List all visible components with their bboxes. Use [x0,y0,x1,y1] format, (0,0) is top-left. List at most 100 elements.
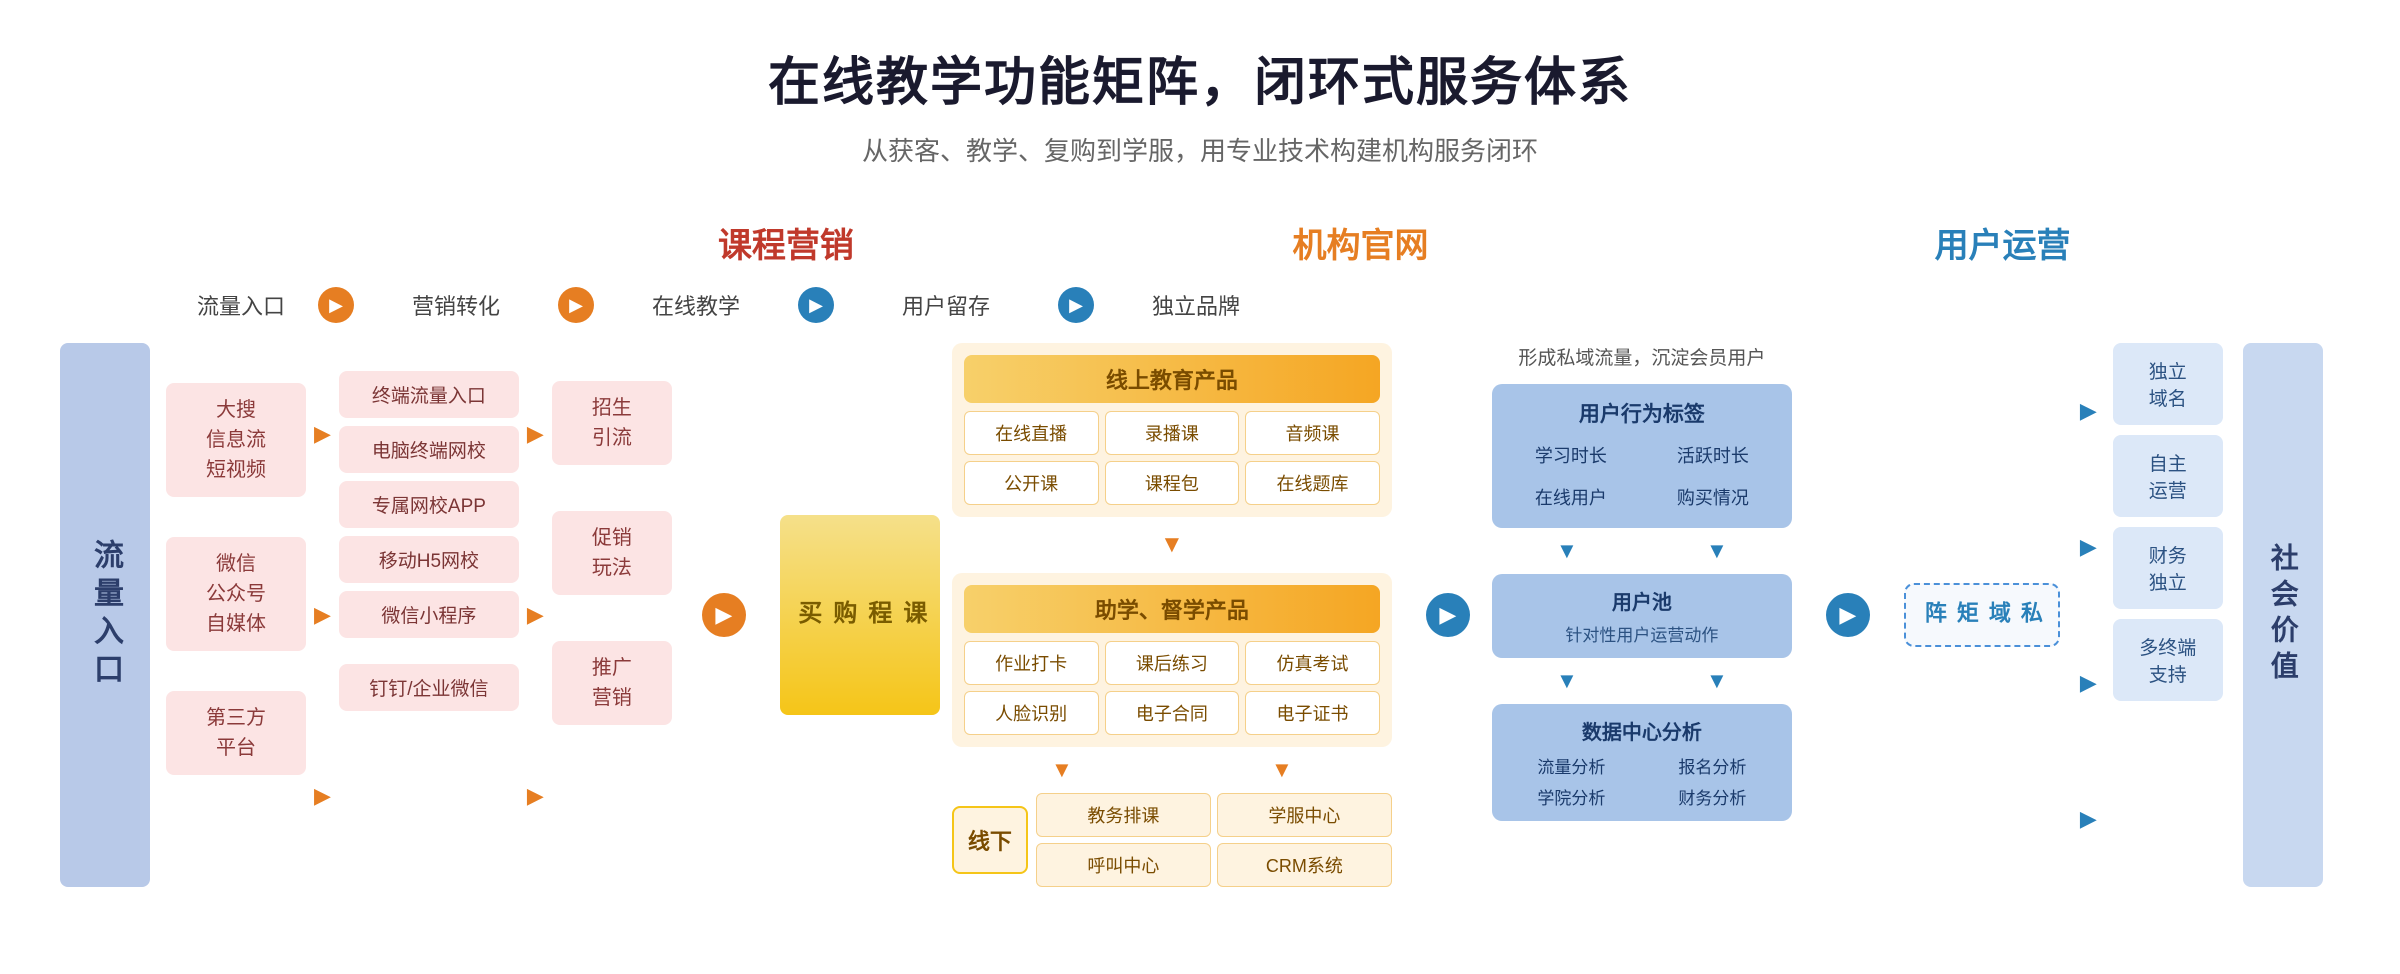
behavior-grid: 学习时长 活跃时长 在线用户 购买情况 [1504,438,1780,514]
flow-label-online: 在线教学 [596,289,796,321]
brand-arrow-3: ▶ [2080,806,2097,832]
sup-item-1: 课后练习 [1105,641,1240,685]
conversion-0: 招生引流 [552,381,672,465]
behavior-tag-title: 用户行为标签 [1504,398,1780,428]
online-education-grid: 在线直播 录播课 音频课 公开课 课程包 在线题库 [964,411,1380,505]
conv-arrow-2: ▶ [527,783,544,809]
flow-label-brand: 独立品牌 [1096,289,1296,321]
down-arrow-1: ▼ [952,527,1392,563]
private-matrix: 私域矩阵 [1904,343,2060,887]
left-label-text: 流量入口 [83,539,127,691]
sup-item-3: 人脸识别 [964,691,1099,735]
brand-2: 财务独立 [2113,527,2223,609]
down-arrows-2: ▼ ▼ [952,757,1392,783]
arrow-online-retention: ▶ [798,287,834,323]
conv-arrow-1: ▶ [527,602,544,628]
brand-arrow-1: ▶ [2080,534,2097,560]
behavior-tag-box: 用户行为标签 学习时长 活跃时长 在线用户 购买情况 [1492,384,1792,528]
data-center-box: 数据中心分析 流量分析 报名分析 学院分析 财务分析 [1492,704,1792,821]
marketing-item-2: 专属网校APP [339,481,519,528]
supervision-grid: 作业打卡 课后练习 仿真考试 人脸识别 电子合同 电子证书 [964,641,1380,735]
pool-arrow-1: ▼ [1706,668,1728,694]
header-marketing: 课程营销 [516,218,1056,267]
offline-item-0: 教务排课 [1036,793,1211,837]
conversion-2: 推广营销 [552,641,672,725]
right-label: 社会价值 [2243,343,2323,887]
user-retention: 形成私域流量，沉淀会员用户 用户行为标签 学习时长 活跃时长 在线用户 购买情况… [1492,343,1792,887]
brand-arrows: ▶ ▶ ▶ ▶ [2080,343,2097,887]
ret-arrow-0: ▼ [1556,538,1578,564]
sup-item-0: 作业打卡 [964,641,1099,685]
arrow-2: ▶ [314,783,331,809]
marketing-item-3: 移动H5网校 [339,536,519,583]
blue-arrow-2: ▶ [1814,343,1882,887]
pool-arrow-0: ▼ [1556,668,1578,694]
left-label: 流量入口 [60,343,150,887]
brand-1: 自主运营 [2113,435,2223,517]
brand-col: 独立域名 自主运营 财务独立 多终端支持 [2113,343,2223,887]
behavior-0: 学习时长 [1504,438,1638,472]
traffic-col: 大搜信息流短视频 微信公众号自媒体 第三方平台 [166,343,306,887]
flow-labels-row: 流量入口 ▶ 营销转化 ▶ 在线教学 ▶ 用户留存 ▶ 独立品牌 [60,287,2340,323]
brand-arrow-0: ▶ [2080,398,2097,424]
traffic-item-2: 第三方平台 [166,691,306,775]
sup-item-2: 仿真考试 [1245,641,1380,685]
behavior-2: 在线用户 [1504,480,1638,514]
brand-3: 多终端支持 [2113,619,2223,701]
conv-arrows: ▶ ▶ ▶ [527,343,544,887]
arrow-1: ▶ [314,602,331,628]
data-grid: 流量分析 报名分析 学院分析 财务分析 [1504,753,1780,809]
private-box: 私域矩阵 [1904,583,2060,647]
marketing-item-1: 电脑终端网校 [339,426,519,473]
offline-row: 线下 教务排课 学服中心 呼叫中心 CRM系统 [952,793,1392,887]
sup-item-5: 电子证书 [1245,691,1380,735]
header-user: 用户运营 [1665,218,2340,267]
header-official: 机构官网 [1116,218,1605,267]
flow-label-conversion: 营销转化 [356,289,556,321]
offline-item-2: 呼叫中心 [1036,843,1211,887]
col-headers: 课程营销 机构官网 用户运营 [60,218,2340,267]
flow-label-retention: 用户留存 [836,289,1056,321]
online-item-1: 录播课 [1105,411,1240,455]
data-center-title: 数据中心分析 [1504,716,1780,745]
supervision-section: 助学、督学产品 作业打卡 课后练习 仿真考试 人脸识别 电子合同 电子证书 [952,573,1392,747]
page-title: 在线教学功能矩阵，闭环式服务体系 [60,40,2340,115]
blue-circle-1: ▶ [1426,593,1470,637]
online-item-4: 课程包 [1105,461,1240,505]
blue-circle-2: ▶ [1826,593,1870,637]
online-item-0: 在线直播 [964,411,1099,455]
pool-down-arrows: ▼ ▼ [1492,668,1792,694]
traffic-item-0: 大搜信息流短视频 [166,383,306,497]
online-item-3: 公开课 [964,461,1099,505]
arrow-conversion-online: ▶ [558,287,594,323]
orange-circle-1: ▶ [702,593,746,637]
page-container: 在线教学功能矩阵，闭环式服务体系 从获客、教学、复购到学服，用专业技术构建机构服… [0,0,2400,927]
private-title: 私域矩阵 [1918,601,2046,629]
blue-arrow-1: ▶ [1414,343,1482,887]
user-pool-subtitle: 针对性用户运营动作 [1504,621,1780,646]
right-label-text: 社会价值 [2263,543,2303,687]
user-pool-title: 用户池 [1504,586,1780,615]
sup-item-4: 电子合同 [1105,691,1240,735]
offline-label: 线下 [952,806,1028,874]
traffic-item-1: 微信公众号自媒体 [166,537,306,651]
offline-grid: 教务排课 学服中心 呼叫中心 CRM系统 [1036,793,1392,887]
online-education-title: 线上教育产品 [964,355,1380,403]
arrow-retention-brand: ▶ [1058,287,1094,323]
retention-desc: 形成私域流量，沉淀会员用户 [1492,343,1792,370]
data-1: 报名分析 [1645,753,1780,778]
brand-0: 独立域名 [2113,343,2223,425]
conversion-col: 招生引流 促销玩法 推广营销 [552,343,672,887]
ret-arrow-1: ▼ [1706,538,1728,564]
main-area: 流量入口 大搜信息流短视频 微信公众号自媒体 第三方平台 ▶ ▶ ▶ 终端流量入… [60,343,2340,887]
data-0: 流量分析 [1504,753,1639,778]
marketing-sub: 终端流量入口 电脑终端网校 专属网校APP 移动H5网校 微信小程序 钉钉/企业… [339,343,519,887]
online-area: 线上教育产品 在线直播 录播课 音频课 公开课 课程包 在线题库 ▼ 助学、督学… [952,343,1392,887]
retention-down-arrows: ▼ ▼ [1492,538,1792,564]
down-arrow-2a: ▼ [1051,757,1073,783]
online-item-2: 音频课 [1245,411,1380,455]
orange-arrow-1: ▶ [690,343,758,887]
data-2: 学院分析 [1504,784,1639,809]
behavior-3: 购买情况 [1646,480,1780,514]
supervision-title: 助学、督学产品 [964,585,1380,633]
